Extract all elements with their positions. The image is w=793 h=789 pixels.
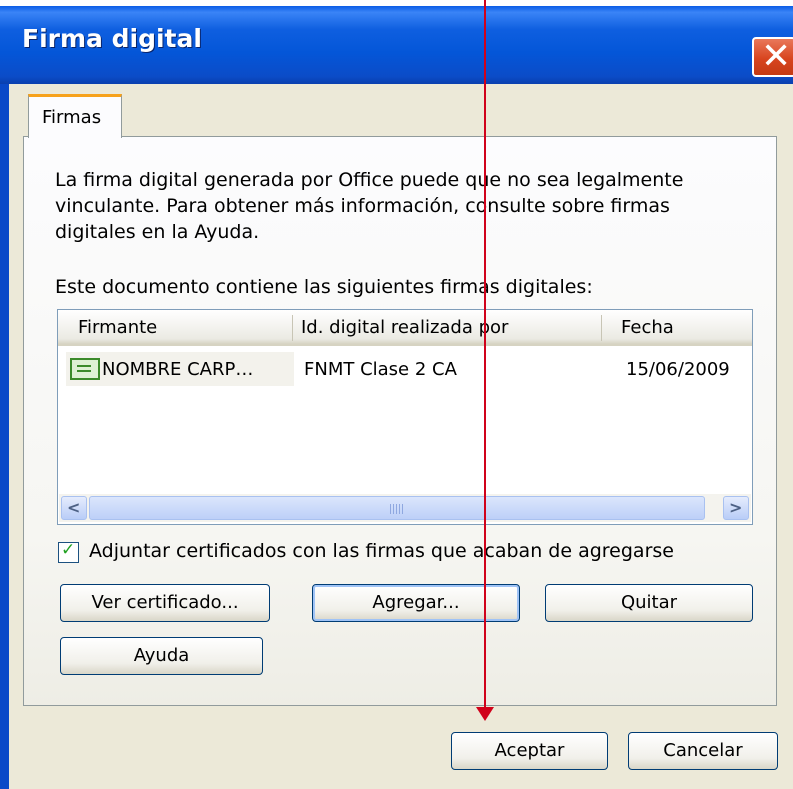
issuer-cell: FNMT Clase 2 CA [304, 359, 457, 380]
attach-certificates-label[interactable]: Adjuntar certificados con las firmas que… [89, 540, 674, 562]
chevron-left-icon: < [67, 498, 81, 517]
digital-signature-dialog: Firma digital ✕ Firmas La firma digital … [0, 0, 793, 789]
window-title: Firma digital [22, 24, 202, 53]
column-header-signer[interactable]: Firmante [78, 317, 157, 338]
ok-button[interactable]: Aceptar [451, 732, 608, 770]
close-icon: ✕ [761, 36, 792, 77]
scroll-left-button[interactable]: < [61, 496, 87, 520]
tab-firmas-label: Firmas [42, 107, 102, 128]
cancel-button[interactable]: Cancelar [628, 732, 778, 770]
add-button[interactable]: Agregar... [312, 584, 520, 622]
close-button[interactable]: ✕ [752, 37, 793, 77]
help-button[interactable]: Ayuda [60, 637, 263, 675]
scrollbar-thumb[interactable] [89, 496, 705, 520]
legal-notice-text: La firma digital generada por Office pue… [55, 169, 684, 243]
annotation-arrow-head [476, 707, 494, 721]
title-bar[interactable]: Firma digital ✕ [0, 6, 793, 84]
certificate-icon [70, 358, 100, 380]
remove-button[interactable]: Quitar [545, 584, 753, 622]
signatures-list[interactable]: Firmante Id. digital realizada por Fecha… [57, 309, 753, 525]
chevron-right-icon: > [729, 498, 743, 517]
tab-firmas[interactable]: Firmas [28, 94, 122, 138]
list-header: Firmante Id. digital realizada por Fecha [58, 310, 752, 346]
column-separator[interactable] [292, 315, 293, 341]
column-separator[interactable] [601, 315, 602, 341]
view-certificate-button[interactable]: Ver certificado... [60, 584, 270, 622]
column-header-date[interactable]: Fecha [621, 317, 674, 338]
scroll-right-button[interactable]: > [723, 496, 749, 520]
checkmark-icon: ✓ [61, 540, 76, 560]
signer-cell: NOMBRE CARP… [102, 359, 254, 380]
column-header-issued-by[interactable]: Id. digital realizada por [301, 317, 508, 338]
signatures-list-label: Este documento contiene las siguientes f… [55, 276, 593, 298]
annotation-arrow-line [484, 0, 486, 708]
attach-certificates-checkbox[interactable]: ✓ [58, 540, 79, 563]
window-left-border [0, 84, 9, 789]
grip-icon [390, 504, 404, 514]
horizontal-scrollbar[interactable]: < > [59, 494, 751, 522]
date-cell: 15/06/2009 [626, 359, 730, 380]
